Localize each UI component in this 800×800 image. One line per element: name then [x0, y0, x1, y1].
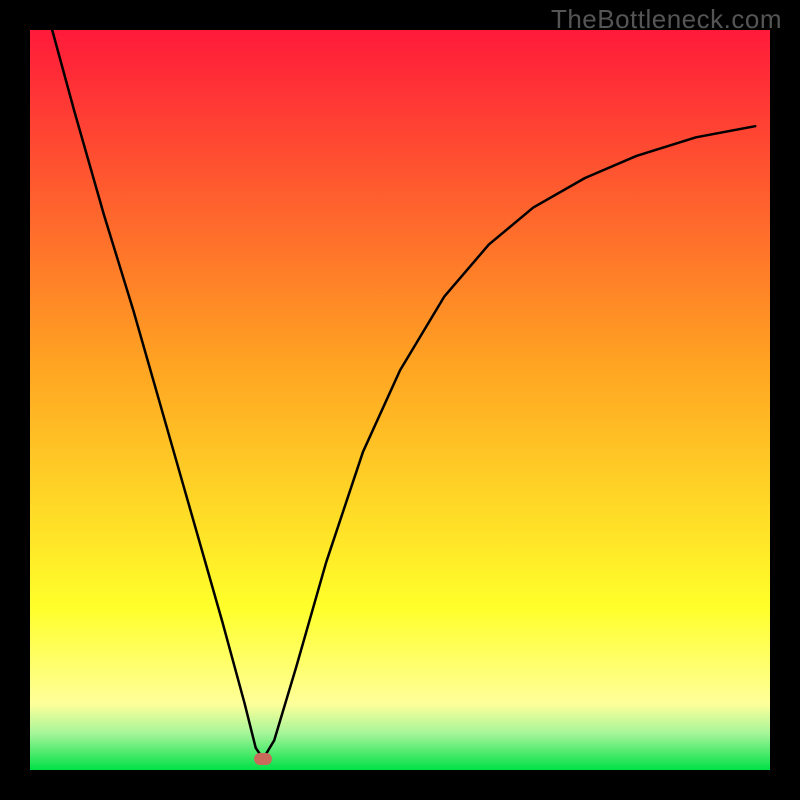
- minimum-marker: [254, 753, 272, 765]
- bottleneck-curve: [30, 30, 770, 770]
- chart-area: [30, 30, 770, 770]
- watermark-text: TheBottleneck.com: [551, 4, 782, 35]
